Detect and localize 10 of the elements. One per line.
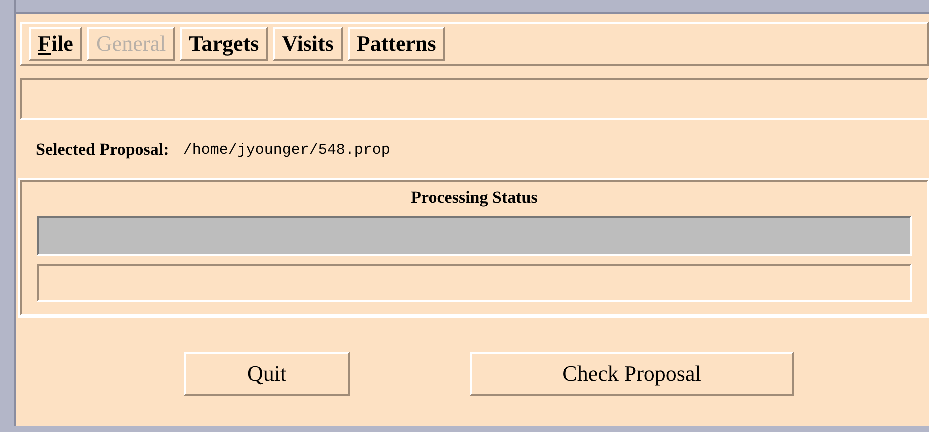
menu-button[interactable]: File: [29, 27, 82, 61]
menu-button[interactable]: Targets: [180, 27, 268, 61]
field-label: Selected Proposal:: [36, 140, 170, 160]
panel-title: Processing Status: [410, 188, 539, 208]
menu-button[interactable]: Visits: [273, 27, 343, 61]
action-button[interactable]: Check Proposal: [470, 352, 794, 396]
file-path: /home/jyounger/548.prop: [183, 142, 390, 158]
menu-button[interactable]: Patterns: [348, 27, 446, 61]
action-button[interactable]: Quit: [184, 352, 350, 396]
input-field[interactable]: [20, 78, 929, 120]
